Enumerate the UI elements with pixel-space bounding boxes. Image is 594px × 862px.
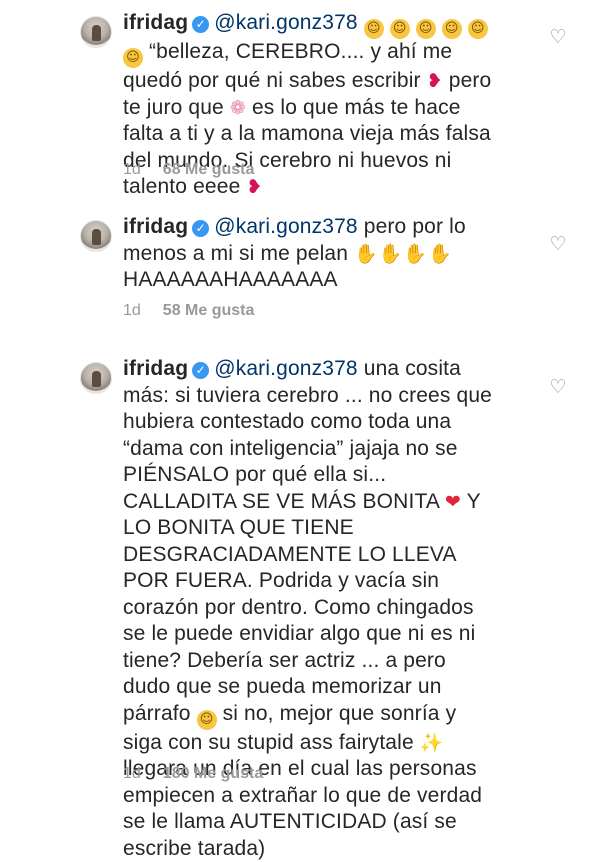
comment-body: una cosita más: si tuviera cerebro ... n…	[123, 357, 492, 513]
mention-link[interactable]: @kari.gonz378	[214, 215, 358, 238]
verified-badge-icon: ✓	[192, 362, 210, 379]
sweat-smile-emoji-icon: ☺	[363, 19, 384, 39]
username[interactable]: ifridag	[123, 11, 188, 34]
brain-emoji-icon: ❁	[229, 96, 246, 119]
raised-hands-emoji-icon: ✋✋✋✋	[354, 242, 453, 265]
comment-text: ifridag ✓ @kari.gonz378 pero por lo menos …	[123, 214, 493, 294]
avatar[interactable]	[80, 220, 112, 252]
username[interactable]: ifridag	[123, 357, 188, 380]
comment-body: “belleza, CEREBRO.... y ahí me quedó por…	[123, 40, 453, 92]
comment-meta: 1d 58 Me gusta	[123, 302, 254, 320]
timestamp: 1d	[123, 302, 141, 319]
like-heart-icon[interactable]: ♡	[548, 378, 568, 398]
sweat-smile-emoji-icon: ☺	[389, 19, 410, 39]
sweat-smile-emoji-icon: ☺	[441, 19, 462, 39]
like-heart-icon[interactable]: ♡	[548, 28, 568, 48]
lips-emoji-icon: ❥	[246, 176, 263, 198]
sweat-smile-emoji-icon: ☺	[467, 19, 488, 39]
timestamp: 1d	[123, 765, 141, 782]
lips-emoji-icon: ❥	[426, 70, 443, 92]
timestamp: 1d	[123, 161, 141, 178]
comment-meta: 1d 68 Me gusta	[123, 161, 254, 179]
verified-badge-icon: ✓	[192, 220, 210, 237]
mention-link[interactable]: @kari.gonz378	[214, 357, 358, 380]
like-heart-icon[interactable]: ♡	[548, 235, 568, 255]
comment-text: ifridag ✓ @kari.gonz378 una cosita más: si…	[123, 356, 493, 862]
comment-body: HAAAAAAHAAAAAAA	[123, 268, 338, 291]
likes-count[interactable]: 68 Me gusta	[163, 161, 255, 178]
sweat-smile-emoji-icon: ☺	[415, 19, 436, 39]
red-heart-emoji-icon: ❤	[444, 490, 461, 513]
comment-meta: 1d 180 Me gusta	[123, 765, 263, 783]
verified-badge-icon: ✓	[192, 16, 210, 33]
avatar[interactable]	[80, 16, 112, 48]
avatar[interactable]	[80, 362, 112, 394]
sweat-smile-emoji-icon: ☺	[123, 48, 143, 68]
username[interactable]: ifridag	[123, 215, 188, 238]
sweat-smile-emoji-icon: ☺	[196, 709, 217, 730]
likes-count[interactable]: 58 Me gusta	[163, 302, 255, 319]
comment-body: Y LO BONITA QUE TIENE DESGRACIADAMENTE L…	[123, 489, 481, 725]
mention-link[interactable]: @kari.gonz378	[214, 11, 358, 34]
sparkles-emoji-icon: ✨	[419, 731, 444, 754]
likes-count[interactable]: 180 Me gusta	[163, 765, 263, 782]
